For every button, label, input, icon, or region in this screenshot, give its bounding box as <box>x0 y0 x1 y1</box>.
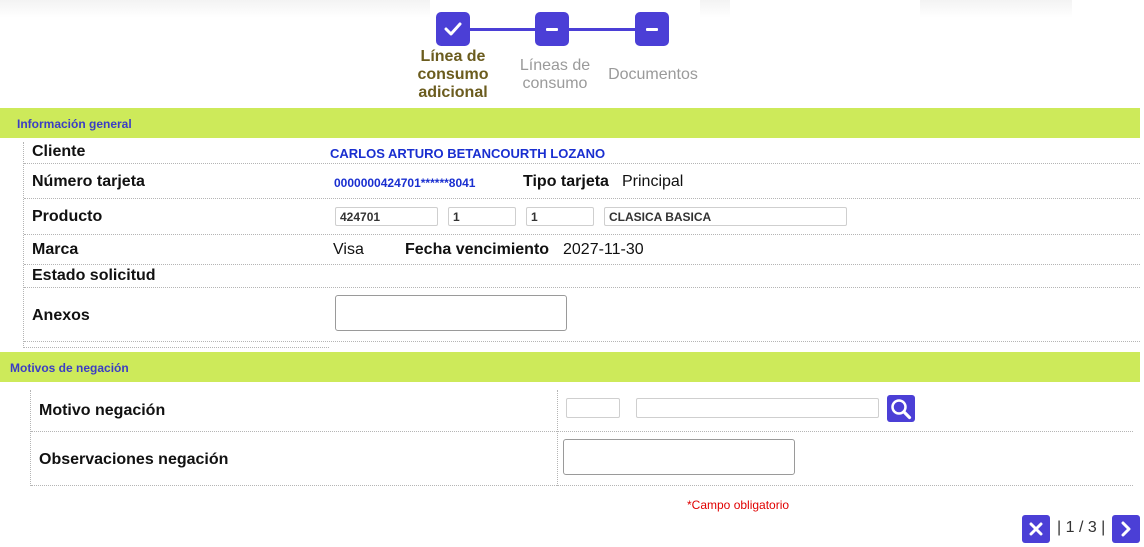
page-indicator: | 1 / 3 | <box>1057 519 1106 536</box>
fecha-vencimiento-value: 2027-11-30 <box>563 241 644 258</box>
step-1-label-line: consumo <box>417 66 489 83</box>
marca-label: Marca <box>32 241 79 258</box>
section-general-header: Información general <box>0 108 1140 138</box>
producto-name-field[interactable] <box>604 207 847 226</box>
motivo-code-input[interactable] <box>566 398 620 418</box>
check-icon <box>444 22 462 36</box>
numero-tarjeta-label: Número tarjeta <box>32 173 145 190</box>
producto-subcode-field[interactable] <box>448 207 516 226</box>
top-shade-left <box>0 0 430 18</box>
cliente-value: CARLOS ARTURO BETANCOURTH LOZANO <box>330 146 606 161</box>
row-divider <box>24 198 1140 199</box>
step-2-label-line: consumo <box>522 75 588 92</box>
section-negacion-header: Motivos de negación <box>0 352 1140 382</box>
tipo-tarjeta-value: Principal <box>622 173 684 190</box>
top-shade-right <box>920 0 1072 18</box>
row-divider <box>24 234 1140 235</box>
minus-icon <box>546 27 558 31</box>
form-border-left <box>30 390 31 486</box>
required-note: *Campo obligatorio <box>687 498 789 512</box>
next-page-button[interactable] <box>1112 515 1140 543</box>
step-3-label-line: Documentos <box>608 66 698 83</box>
anexos-label: Anexos <box>32 307 90 324</box>
step-1-label-line: adicional <box>418 84 488 101</box>
row-divider <box>24 264 1140 265</box>
observaciones-negacion-label: Observaciones negación <box>39 451 229 468</box>
required-note-text: Campo obligatorio <box>691 498 790 512</box>
step-1-label-line: Línea de <box>420 48 486 65</box>
minus-icon <box>646 27 658 31</box>
motivo-negacion-label: Motivo negación <box>39 402 166 419</box>
producto-code-field[interactable] <box>335 207 438 226</box>
cliente-label: Cliente <box>32 143 86 160</box>
chevron-right-icon <box>1121 521 1131 537</box>
anexos-textarea[interactable] <box>335 295 567 331</box>
step-2-label-line: Líneas de <box>519 57 591 74</box>
step-1-button[interactable] <box>436 12 470 46</box>
section-negacion-title: Motivos de negación <box>10 361 129 375</box>
row-divider <box>24 341 1140 342</box>
step-3-button[interactable] <box>635 12 669 46</box>
stepper-connector <box>568 28 636 31</box>
motivo-description-input[interactable] <box>636 398 879 418</box>
observaciones-textarea[interactable] <box>563 439 795 475</box>
step-2-button[interactable] <box>535 12 569 46</box>
step-1-label[interactable]: Línea de consumo adicional <box>396 48 510 102</box>
search-icon <box>891 398 912 419</box>
row-divider <box>24 163 1140 164</box>
step-3-label[interactable]: Documentos <box>598 66 708 84</box>
row-divider <box>31 485 1133 486</box>
stepper-connector <box>470 28 536 31</box>
section-general-title: Información general <box>17 117 132 131</box>
column-divider <box>557 390 558 486</box>
producto-version-field[interactable] <box>526 207 594 226</box>
close-button[interactable] <box>1022 515 1050 543</box>
marca-value: Visa <box>333 241 364 258</box>
producto-label: Producto <box>32 208 103 225</box>
row-divider <box>31 431 1133 432</box>
numero-tarjeta-value: 0000000424701******8041 <box>334 176 476 190</box>
step-2-label[interactable]: Líneas de consumo <box>503 57 607 93</box>
close-icon <box>1029 522 1043 536</box>
form-border-left <box>23 142 24 348</box>
fecha-vencimiento-label: Fecha vencimiento <box>405 241 550 258</box>
estado-solicitud-label: Estado solicitud <box>32 267 156 284</box>
row-divider <box>24 347 329 348</box>
tipo-tarjeta-label: Tipo tarjeta <box>523 173 609 190</box>
top-shade-mid <box>700 0 730 18</box>
row-divider <box>24 287 1140 288</box>
search-button[interactable] <box>887 395 915 422</box>
